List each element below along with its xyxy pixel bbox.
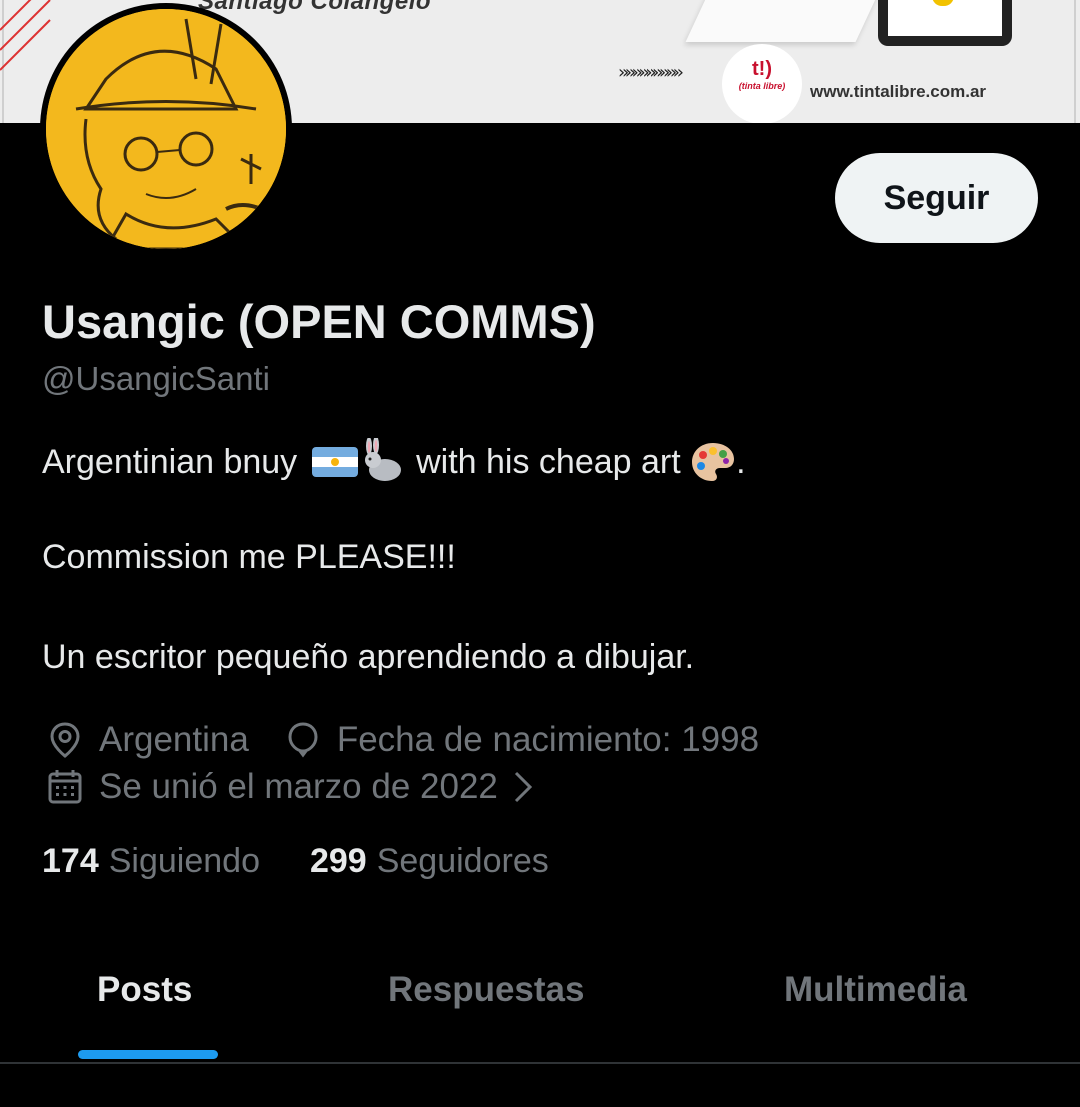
banner-url: www.tintalibre.com.ar (810, 82, 987, 101)
following-label: Siguiendo (108, 842, 260, 880)
followers-stat[interactable]: 299 Seguidores (310, 842, 549, 881)
tab-multimedia[interactable]: Multimedia (784, 970, 967, 1010)
location-item: Argentina (45, 720, 249, 760)
following-stat[interactable]: 174 Siguiendo (42, 842, 260, 881)
location-text: Argentina (99, 720, 249, 759)
following-count: 174 (42, 842, 99, 880)
joined-text: Se unió el marzo de 2022 (99, 767, 498, 806)
joined-item[interactable]: Se unió el marzo de 2022 (45, 767, 538, 807)
avatar[interactable] (40, 3, 292, 255)
balloon-icon (288, 722, 318, 758)
avatar-drawing (46, 9, 286, 249)
argentina-flag-icon (311, 447, 358, 477)
palette-icon (692, 443, 735, 481)
display-name: Usangic (OPEN COMMS) (42, 295, 596, 348)
chevron-right-icon (514, 771, 533, 803)
banner-logo-sub: (tinta libre) (738, 81, 786, 91)
rabbit-icon (364, 438, 401, 481)
banner-tablet (878, 0, 1012, 46)
bio-text-end: . (736, 442, 746, 481)
tabs-divider (0, 1062, 1080, 1064)
active-tab-indicator (78, 1050, 218, 1059)
banner-author-text: Santiago Colangelo (198, 0, 432, 15)
banner-logo: t!) (tinta libre) (722, 44, 802, 123)
profile-meta-row-1: Argentina Fecha de nacimiento: 1998 (45, 718, 759, 762)
bio-text-start: Argentinian bnuy (42, 442, 307, 481)
bio-line-2: Commission me PLEASE!!! (42, 538, 456, 576)
bio-text-middle: with his cheap art (406, 442, 691, 481)
bio-line-3: Un escritor pequeño aprendiendo a dibuja… (42, 638, 695, 676)
banner-arrows: »»»»»»»»» (618, 62, 684, 83)
banner-paper-stack (685, 0, 885, 42)
follow-button[interactable]: Seguir (835, 153, 1038, 243)
follow-stats: 174 Siguiendo 299 Seguidores (42, 842, 549, 881)
birth-item: Fecha de nacimiento: 1998 (283, 720, 759, 760)
banner-stripes (0, 0, 51, 71)
tab-posts[interactable]: Posts (97, 970, 192, 1010)
tab-respuestas[interactable]: Respuestas (388, 970, 584, 1010)
location-pin-icon (50, 722, 80, 758)
banner-logo-mark: t!) (752, 58, 772, 80)
bio-line-1: Argentinian bnuy with his cheap art . (42, 438, 746, 486)
calendar-icon (48, 770, 82, 804)
followers-label: Seguidores (376, 842, 549, 880)
user-handle: @UsangicSanti (42, 360, 270, 397)
birth-text: Fecha de nacimiento: 1998 (336, 720, 760, 759)
followers-count: 299 (309, 842, 367, 880)
profile-meta-row-2[interactable]: Se unió el marzo de 2022 (45, 765, 538, 809)
